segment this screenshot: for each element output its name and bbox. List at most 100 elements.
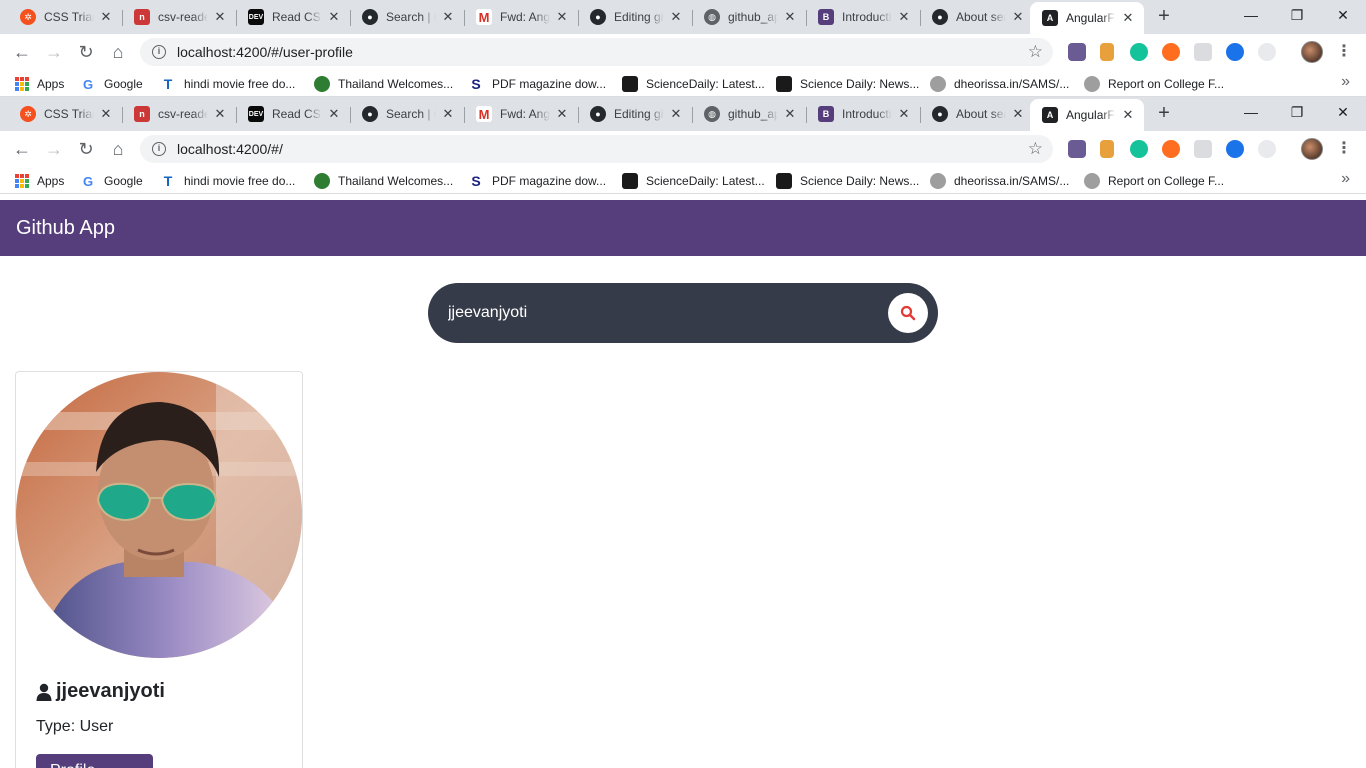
- bookmark-item[interactable]: Science Daily: News...: [776, 171, 919, 191]
- extension-icon[interactable]: [1100, 140, 1114, 158]
- close-icon[interactable]: ✕: [668, 9, 684, 25]
- tab[interactable]: B Introduction ✕: [806, 3, 920, 31]
- extension-icon[interactable]: [1194, 140, 1212, 158]
- bookmark-google[interactable]: G Google: [80, 171, 143, 191]
- bookmark-apps[interactable]: Apps: [15, 171, 64, 191]
- tab[interactable]: ◍ github_app ✕: [692, 100, 806, 128]
- extension-icon[interactable]: [1162, 43, 1180, 61]
- minimize-button[interactable]: —: [1228, 97, 1274, 127]
- bookmark-apps[interactable]: Apps: [15, 74, 64, 94]
- menu-icon[interactable]: ⋮: [1336, 138, 1352, 160]
- bookmark-item[interactable]: Report on College F...: [1084, 74, 1224, 94]
- bookmark-item[interactable]: S PDF magazine dow...: [468, 74, 606, 94]
- address-bar[interactable]: i localhost:4200/#/ ☆: [140, 135, 1053, 163]
- bookmark-item[interactable]: Report on College F...: [1084, 171, 1224, 191]
- bookmark-item[interactable]: dheorissa.in/SAMS/...: [930, 74, 1069, 94]
- back-button[interactable]: ←: [10, 137, 34, 161]
- reload-button[interactable]: ↻: [74, 137, 98, 161]
- grammarly-icon[interactable]: [1130, 140, 1148, 158]
- close-icon[interactable]: ✕: [440, 9, 456, 25]
- close-icon[interactable]: ✕: [98, 106, 114, 122]
- close-icon[interactable]: ✕: [212, 9, 228, 25]
- back-button[interactable]: ←: [10, 40, 34, 64]
- restore-button[interactable]: ❐: [1274, 0, 1320, 30]
- new-tab-button[interactable]: +: [1150, 5, 1178, 29]
- avatar[interactable]: [1301, 41, 1323, 63]
- tab[interactable]: ● Search | GitHub ✕: [350, 3, 464, 31]
- forward-button[interactable]: →: [42, 40, 66, 64]
- close-icon[interactable]: ✕: [212, 106, 228, 122]
- bookmark-google[interactable]: G Google: [80, 74, 143, 94]
- chevron-right-icon[interactable]: »: [1341, 73, 1350, 91]
- close-icon[interactable]: ✕: [896, 106, 912, 122]
- tab[interactable]: M Fwd: Angular ✕: [464, 3, 578, 31]
- tab[interactable]: ● Search | GitHub ✕: [350, 100, 464, 128]
- window-close-button[interactable]: ✕: [1320, 97, 1366, 127]
- tab[interactable]: ● Editing github ✕: [578, 100, 692, 128]
- tab[interactable]: M Fwd: Angular ✕: [464, 100, 578, 128]
- close-icon[interactable]: ✕: [1120, 10, 1136, 26]
- bookmark-item[interactable]: S PDF magazine dow...: [468, 171, 606, 191]
- tab[interactable]: ◍ github_app ✕: [692, 3, 806, 31]
- close-icon[interactable]: ✕: [554, 9, 570, 25]
- tab[interactable]: ✲ CSS Triangles ✕: [8, 3, 122, 31]
- bookmark-item[interactable]: T hindi movie free do...: [160, 171, 295, 191]
- close-icon[interactable]: ✕: [1010, 9, 1026, 25]
- tab[interactable]: DEV Read CSV ✕: [236, 3, 350, 31]
- navbar-brand[interactable]: Github App: [16, 217, 115, 240]
- close-icon[interactable]: ✕: [1120, 107, 1136, 123]
- bookmark-item[interactable]: ScienceDaily: Latest...: [622, 74, 765, 94]
- extension-icon[interactable]: [1100, 43, 1114, 61]
- tab-active[interactable]: A AngularFire ✕: [1030, 99, 1144, 131]
- reload-button[interactable]: ↻: [74, 40, 98, 64]
- bookmark-item[interactable]: Science Daily: News...: [776, 74, 919, 94]
- tab-active[interactable]: A AngularFire ✕: [1030, 2, 1144, 34]
- url-text[interactable]: localhost:4200/#/: [177, 141, 283, 157]
- bookmark-item[interactable]: Thailand Welcomes...: [314, 74, 453, 94]
- tab[interactable]: B Introduction ✕: [806, 100, 920, 128]
- close-icon[interactable]: ✕: [326, 106, 342, 122]
- info-icon[interactable]: i: [152, 45, 166, 59]
- bookmark-star-icon[interactable]: ☆: [1028, 42, 1043, 62]
- url-text[interactable]: localhost:4200/#/user-profile: [177, 44, 353, 60]
- forward-button[interactable]: →: [42, 137, 66, 161]
- view-profile-button[interactable]: Profile: [36, 754, 153, 768]
- bookmark-item[interactable]: T hindi movie free do...: [160, 74, 295, 94]
- extension-icon[interactable]: [1226, 43, 1244, 61]
- tab[interactable]: n csv-reader ✕: [122, 3, 236, 31]
- close-icon[interactable]: ✕: [782, 106, 798, 122]
- close-icon[interactable]: ✕: [326, 9, 342, 25]
- minimize-button[interactable]: —: [1228, 0, 1274, 30]
- tab[interactable]: ✲ CSS Triangles ✕: [8, 100, 122, 128]
- tab[interactable]: ● About search ✕: [920, 3, 1034, 31]
- extension-icon[interactable]: [1162, 140, 1180, 158]
- extension-icon[interactable]: [1068, 43, 1086, 61]
- tab[interactable]: n csv-reader ✕: [122, 100, 236, 128]
- search-input[interactable]: [448, 298, 888, 328]
- close-icon[interactable]: ✕: [98, 9, 114, 25]
- extension-icon[interactable]: [1226, 140, 1244, 158]
- search-button[interactable]: [888, 293, 928, 333]
- extension-icon[interactable]: [1258, 140, 1276, 158]
- menu-icon[interactable]: ⋮: [1336, 41, 1352, 63]
- home-button[interactable]: ⌂: [106, 137, 130, 161]
- close-icon[interactable]: ✕: [1010, 106, 1026, 122]
- close-icon[interactable]: ✕: [668, 106, 684, 122]
- tab[interactable]: ● About search ✕: [920, 100, 1034, 128]
- avatar[interactable]: [1301, 138, 1323, 160]
- grammarly-icon[interactable]: [1130, 43, 1148, 61]
- home-button[interactable]: ⌂: [106, 40, 130, 64]
- close-icon[interactable]: ✕: [896, 9, 912, 25]
- chevron-right-icon[interactable]: »: [1341, 170, 1350, 188]
- new-tab-button[interactable]: +: [1150, 102, 1178, 126]
- restore-button[interactable]: ❐: [1274, 97, 1320, 127]
- extension-icon[interactable]: [1258, 43, 1276, 61]
- info-icon[interactable]: i: [152, 142, 166, 156]
- close-icon[interactable]: ✕: [782, 9, 798, 25]
- bookmark-item[interactable]: Thailand Welcomes...: [314, 171, 453, 191]
- close-icon[interactable]: ✕: [554, 106, 570, 122]
- extension-icon[interactable]: [1194, 43, 1212, 61]
- tab[interactable]: DEV Read CSV ✕: [236, 100, 350, 128]
- tab[interactable]: ● Editing github ✕: [578, 3, 692, 31]
- close-icon[interactable]: ✕: [440, 106, 456, 122]
